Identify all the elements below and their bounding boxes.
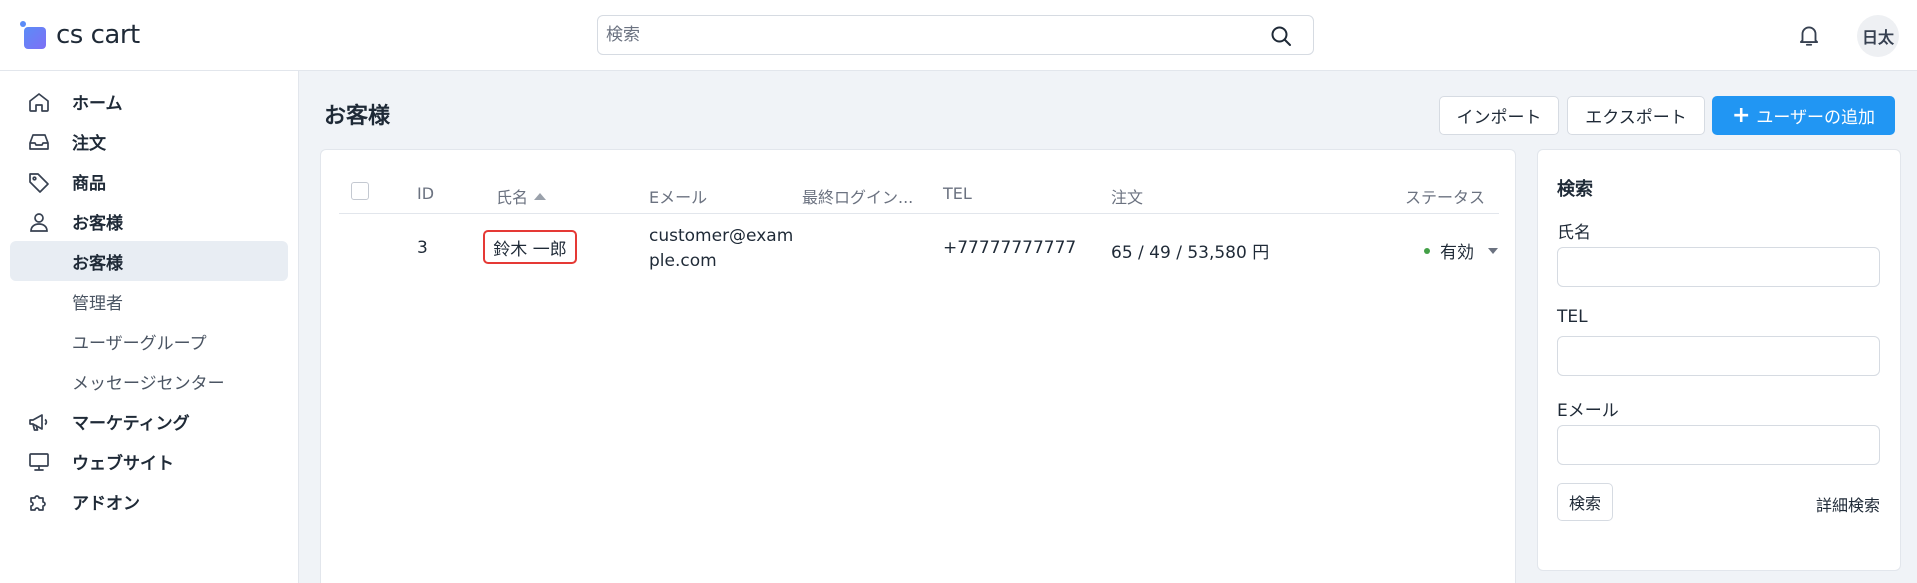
column-last-login[interactable]: 最終ログイン... — [802, 184, 913, 208]
sidebar: ホーム 注文 商品 お客様 お客様 管理者 ユーザーグループ メッセージセンター… — [0, 71, 299, 583]
logo-text: cs cart — [56, 20, 140, 50]
search-icon[interactable] — [1269, 24, 1293, 48]
sidebar-subitem-user-groups[interactable]: ユーザーグループ — [0, 321, 298, 361]
table-row: 3 鈴木 一郎 customer@exam ple.com +777777777… — [339, 214, 1499, 284]
tel-field[interactable] — [1557, 336, 1880, 376]
row-email-line1: customer@exam — [649, 226, 794, 246]
row-id[interactable]: 3 — [417, 238, 428, 258]
sidebar-item-customers[interactable]: お客様 — [0, 201, 298, 241]
email-field-label: Eメール — [1557, 401, 1619, 421]
megaphone-icon — [29, 414, 48, 431]
global-search-input[interactable] — [606, 16, 1246, 54]
column-orders[interactable]: 注文 — [1111, 184, 1143, 208]
tag-icon — [29, 173, 49, 193]
inbox-icon — [29, 134, 49, 150]
plus-icon: + — [1731, 103, 1751, 128]
home-icon — [29, 93, 49, 112]
column-status[interactable]: ステータス — [1405, 184, 1485, 208]
add-user-label: ユーザーの追加 — [1756, 108, 1876, 128]
row-status-dropdown[interactable]: 有効 — [1424, 238, 1498, 263]
sidebar-item-label: 注文 — [72, 133, 106, 154]
row-email[interactable]: customer@exam ple.com — [649, 224, 793, 274]
column-name[interactable]: 氏名 — [496, 184, 547, 208]
sidebar-item-website[interactable]: ウェブサイト — [0, 441, 298, 481]
sidebar-item-orders[interactable]: 注文 — [0, 121, 298, 161]
import-button[interactable]: インポート — [1439, 96, 1559, 135]
search-button[interactable]: 検索 — [1557, 483, 1613, 521]
sidebar-item-label: マーケティング — [72, 413, 190, 434]
bell-icon[interactable] — [1796, 22, 1822, 48]
sidebar-item-addons[interactable]: アドオン — [0, 481, 298, 521]
row-orders: 65 / 49 / 53,580 円 — [1111, 243, 1270, 263]
search-panel: 検索 氏名 TEL Eメール 検索 詳細検索 — [1537, 149, 1901, 571]
row-status-label: 有効 — [1440, 243, 1474, 263]
name-field-label: 氏名 — [1557, 223, 1591, 243]
top-bar: cs cart 日太 — [0, 0, 1917, 71]
column-tel[interactable]: TEL — [943, 184, 972, 203]
logo[interactable]: cs cart — [20, 20, 140, 50]
export-button[interactable]: エクスポート — [1567, 96, 1705, 135]
sidebar-subitem-administrators[interactable]: 管理者 — [0, 281, 298, 321]
email-field[interactable] — [1557, 425, 1880, 465]
search-panel-title: 検索 — [1557, 179, 1593, 200]
sidebar-subitem-message-center[interactable]: メッセージセンター — [0, 361, 298, 401]
customers-table: ID 氏名 Eメール 最終ログイン... TEL 注文 ステータス 3 鈴木 一… — [320, 149, 1516, 583]
table-header: ID 氏名 Eメール 最終ログイン... TEL 注文 ステータス — [339, 180, 1499, 214]
sidebar-item-marketing[interactable]: マーケティング — [0, 401, 298, 441]
sidebar-item-label: お客様 — [72, 213, 123, 234]
logo-mark-icon — [20, 21, 48, 49]
column-id[interactable]: ID — [417, 184, 434, 203]
sidebar-item-label: 商品 — [72, 173, 106, 194]
row-email-line2: ple.com — [649, 251, 717, 271]
sidebar-subitem-customers[interactable]: お客様 — [10, 241, 288, 281]
user-icon — [30, 213, 48, 232]
name-field[interactable] — [1557, 247, 1880, 287]
sidebar-item-label: アドオン — [72, 493, 140, 514]
sidebar-item-home[interactable]: ホーム — [0, 81, 298, 121]
advanced-search-link[interactable]: 詳細検索 — [1816, 492, 1880, 516]
column-name-label: 氏名 — [496, 188, 529, 207]
column-email[interactable]: Eメール — [649, 184, 707, 208]
puzzle-icon — [30, 495, 46, 511]
add-user-button[interactable]: + ユーザーの追加 — [1712, 96, 1895, 135]
language-avatar[interactable]: 日太 — [1857, 15, 1899, 57]
sidebar-item-label: ウェブサイト — [72, 453, 174, 474]
sidebar-item-products[interactable]: 商品 — [0, 161, 298, 201]
row-name-link[interactable]: 鈴木 一郎 — [483, 230, 577, 264]
chevron-down-icon — [1488, 247, 1498, 254]
monitor-icon — [29, 453, 49, 471]
sort-ascending-icon — [534, 193, 547, 200]
tel-field-label: TEL — [1557, 307, 1588, 327]
global-search — [597, 15, 1314, 55]
select-all-checkbox[interactable] — [351, 182, 369, 200]
page-title: お客様 — [324, 104, 391, 129]
status-dot-icon — [1424, 247, 1430, 254]
row-tel: +77777777777 — [943, 238, 1077, 258]
sidebar-item-label: ホーム — [72, 93, 123, 114]
